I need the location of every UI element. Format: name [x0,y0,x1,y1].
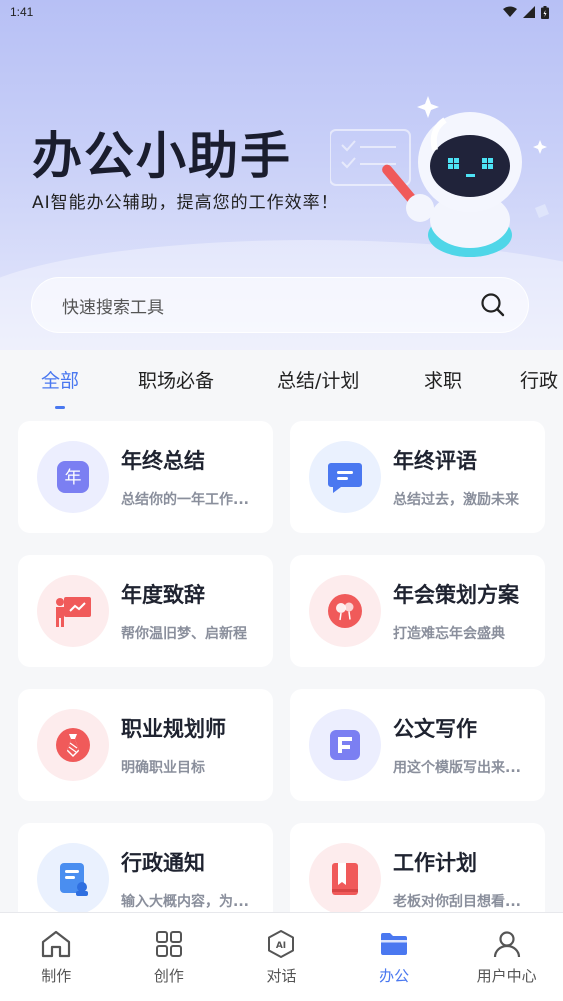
card-title: 行政通知 [121,851,205,875]
status-time: 1:41 [10,5,34,19]
robot-mascot-icon [330,96,549,257]
card-title: 年会策划方案 [393,583,519,607]
tool-card-career-planner[interactable]: 职业规划师 明确职业目标 [18,689,273,801]
card-desc: 打造难忘年会盛典 [393,626,505,642]
card-icon-bg [37,575,109,647]
nav-item-user-center[interactable]: 用户中心 [457,929,557,986]
tool-card-year-end-summary[interactable]: 年 年终总结 总结你的一年工作... [18,421,273,533]
tab-admin[interactable]: 行政 [520,366,558,393]
card-title: 工作计划 [393,851,477,875]
tab-all[interactable]: 全部 [41,366,79,409]
card-icon-bg [309,441,381,513]
nav-label: 用户中心 [476,967,537,985]
nav-label: 对话 [266,967,297,985]
search-bar[interactable]: 快速搜索工具 [31,277,529,333]
tie-icon [56,728,90,762]
nav-label: 办公 [379,967,410,985]
tool-card-official-writing[interactable]: 公文写作 用这个模版写出来... [290,689,545,801]
tool-card-annual-party-plan[interactable]: 年会策划方案 打造难忘年会盛典 [290,555,545,667]
page-subtitle: AI智能办公辅助，提高您的工作效率！ [32,193,339,213]
card-title: 年终评语 [393,449,477,473]
wifi-icon [503,6,517,17]
svg-text:AI: AI [276,941,286,951]
folder-icon [381,933,408,955]
status-bar: 1:41 [0,0,563,24]
card-title: 公文写作 [393,717,477,741]
presentation-icon [56,597,91,627]
ai-chat-icon: AI [268,930,295,958]
page-title: 办公小助手 [32,127,292,185]
card-desc: 输入大概内容，为... [121,894,249,910]
card-desc: 用这个模版写出来... [393,760,521,776]
card-desc: 总结你的一年工作... [121,492,249,508]
nav-label: 制作 [41,967,72,985]
svg-text:年: 年 [65,468,82,488]
tab-job[interactable]: 求职 [424,366,462,393]
nav-label: 创作 [153,967,184,985]
card-desc: 总结过去，激励未来 [393,492,519,508]
tab-summary-plan[interactable]: 总结/计划 [277,366,359,393]
card-icon-bg [37,843,109,915]
nav-item-create[interactable]: 创作 [119,929,219,986]
card-title: 职业规划师 [121,717,226,741]
card-desc: 明确职业目标 [121,760,205,776]
notice-icon [60,863,88,896]
card-title: 年度致辞 [121,583,205,607]
document-icon [330,730,360,760]
home-icon [42,930,71,958]
card-icon-bg [309,575,381,647]
balloons-icon [328,594,362,628]
tab-workplace[interactable]: 职场必备 [138,366,214,393]
user-icon [493,931,520,958]
category-tabs: 全部 职场必备 总结/计划 求职 行政 [0,350,563,412]
card-icon-bg [309,843,381,915]
card-icon-bg: 年 [37,441,109,513]
card-icon-bg [37,709,109,781]
nav-item-make[interactable]: 制作 [6,929,106,986]
grid-icon [155,931,182,957]
card-icon-bg [309,709,381,781]
plan-book-icon [332,863,358,895]
card-desc: 老板对你刮目想看... [393,894,521,910]
tool-card-annual-speech[interactable]: 年度致辞 帮你温旧梦、启新程 [18,555,273,667]
comment-bubble-icon [328,463,362,493]
card-title: 年终总结 [121,449,205,473]
bottom-nav: 制作 创作 AI 对话 办公 用户中心 [0,912,563,1001]
year-badge-icon: 年 [57,461,89,493]
status-icons [503,5,549,19]
battery-icon [541,5,549,19]
card-desc: 帮你温旧梦、启新程 [121,626,247,642]
tool-card-year-end-review[interactable]: 年终评语 总结过去，激励未来 [290,421,545,533]
search-icon[interactable] [480,292,506,318]
nav-item-chat[interactable]: AI 对话 [231,929,331,986]
nav-item-office[interactable]: 办公 [344,929,444,986]
signal-icon [523,6,535,18]
search-input[interactable]: 快速搜索工具 [62,293,480,318]
